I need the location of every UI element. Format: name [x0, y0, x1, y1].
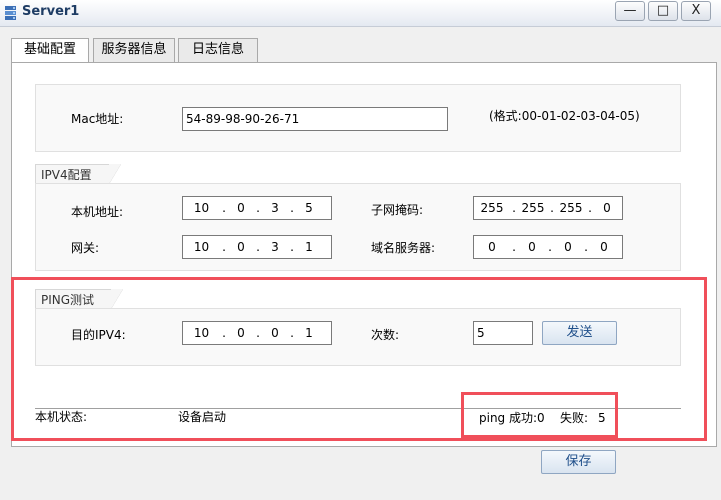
close-button[interactable]: X — [681, 1, 711, 21]
ip-octet: 5 — [305, 201, 313, 215]
ip-octet: 10 — [193, 201, 210, 215]
subnet-mask-label: 子网掩码: — [371, 203, 424, 217]
ip-octet: 0 — [237, 201, 245, 215]
dns-octet: 0 — [528, 240, 536, 254]
mac-format-hint: (格式:00-01-02-03-04-05) — [489, 109, 640, 123]
title-bar: Server1 — □ X — [0, 0, 721, 27]
maximize-icon: □ — [656, 3, 670, 18]
dns-octet: 0 — [488, 240, 496, 254]
ip-octet: 3 — [271, 201, 279, 215]
ipv4-panel: 本机地址: 10. 0. 3. 5 子网掩码: 255. 255. 255. 0… — [35, 183, 681, 271]
mask-octet: 255 — [480, 201, 504, 215]
server-icon — [5, 6, 16, 20]
dns-server-label: 域名服务器: — [371, 241, 436, 255]
tab-log-info[interactable]: 日志信息 — [178, 38, 258, 62]
mask-octet: 255 — [559, 201, 583, 215]
gateway-octet: 1 — [305, 240, 313, 254]
ip-address-input[interactable]: 10. 0. 3. 5 — [182, 196, 332, 220]
dns-octet: 0 — [564, 240, 572, 254]
dns-server-input[interactable]: 0. 0. 0. 0 — [473, 235, 623, 259]
gateway-octet: 3 — [271, 240, 279, 254]
mask-octet: 255 — [521, 201, 545, 215]
ip-address-label: 本机地址: — [71, 205, 124, 219]
minimize-button[interactable]: — — [615, 1, 645, 21]
mac-panel: Mac地址: 54-89-98-90-26-71 (格式:00-01-02-03… — [35, 84, 681, 152]
tab-server-info[interactable]: 服务器信息 — [93, 38, 175, 62]
maximize-button[interactable]: □ — [648, 1, 678, 21]
gateway-input[interactable]: 10. 0. 3. 1 — [182, 235, 332, 259]
close-icon: X — [691, 3, 701, 18]
mask-octet: 0 — [603, 201, 611, 215]
save-button[interactable]: 保存 — [541, 450, 616, 474]
dns-octet: 0 — [600, 240, 608, 254]
subnet-mask-input[interactable]: 255. 255. 255. 0 — [473, 196, 623, 220]
gateway-octet: 0 — [237, 240, 245, 254]
ipv4-legend: IPV4配置 — [35, 164, 121, 184]
gateway-octet: 10 — [193, 240, 210, 254]
window-title: Server1 — [22, 4, 80, 19]
minimize-icon: — — [623, 3, 637, 18]
gateway-label: 网关: — [71, 241, 100, 255]
mac-label: Mac地址: — [71, 112, 124, 126]
tab-basic-config[interactable]: 基础配置 — [11, 38, 89, 63]
ping-result-highlight — [461, 392, 618, 438]
mac-address-input[interactable]: 54-89-98-90-26-71 — [182, 107, 448, 131]
